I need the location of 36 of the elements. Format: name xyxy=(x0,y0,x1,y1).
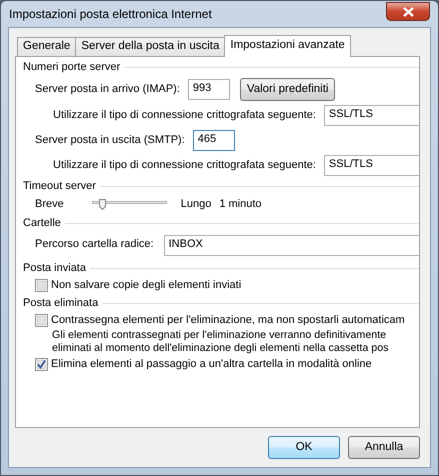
slider-max-label: Lungo xyxy=(180,198,212,211)
field-label: Utilizzare il tipo di connessione crittografata seguente: xyxy=(53,109,316,122)
tab[interactable]: Server della posta in uscita xyxy=(75,37,226,56)
dialog-button[interactable]: Annulla xyxy=(348,436,420,459)
checkbox-label: Non salvare copie degli elementi inviati xyxy=(51,278,242,292)
tab[interactable]: Generale xyxy=(17,37,76,56)
tab[interactable]: Impostazioni avanzate xyxy=(224,35,351,57)
checkbox-label: Contrassegna elementi per l'eliminazione, ma non spostarli automaticam xyxy=(51,314,405,328)
port-field[interactable]: 465 xyxy=(192,130,235,152)
defaults-button[interactable]: Valori predefiniti xyxy=(240,78,336,102)
field-label: Server posta in arrivo (IMAP): xyxy=(35,83,180,96)
group-heading: Posta inviata xyxy=(23,262,86,275)
close-button[interactable] xyxy=(386,2,430,21)
checkbox[interactable] xyxy=(35,314,48,328)
port-field[interactable]: 993 xyxy=(188,79,230,100)
field-label: Utilizzare il tipo di connessione crittografata seguente: xyxy=(53,159,316,172)
root-folder-field[interactable]: INBOX xyxy=(164,234,419,256)
group-heading: Posta eliminata xyxy=(23,296,98,310)
group-heading: Numeri porte server xyxy=(23,61,120,74)
checkbox[interactable] xyxy=(35,358,48,372)
note-text: Gli elementi contrassegnati per l'eliminazione verranno definitivamente eliminati al momento dell'eliminazione degli elementi nella cassetta pos xyxy=(52,329,390,355)
slider-thumb[interactable] xyxy=(98,198,106,210)
encryption-dropdown[interactable]: SSL/TLS xyxy=(324,105,419,126)
group-heading: Cartelle xyxy=(23,217,61,231)
slider[interactable] xyxy=(92,197,167,212)
group-heading: Timeout server xyxy=(23,180,96,194)
encryption-dropdown[interactable]: SSL/TLS xyxy=(324,155,419,176)
slider-min-label: Breve xyxy=(35,198,64,211)
dialog-button[interactable]: OK xyxy=(268,436,340,459)
checkbox[interactable] xyxy=(35,278,48,292)
checkbox-label: Elimina elementi al passaggio a un'altra cartella in modalità online xyxy=(51,358,372,372)
close-icon xyxy=(402,6,414,16)
window-title: Impostazioni posta elettronica Internet xyxy=(9,6,212,22)
timeout-reading: 1 minuto xyxy=(219,198,262,211)
field-label: Server posta in uscita (SMTP): xyxy=(35,134,185,148)
field-label: Percorso cartella radice: xyxy=(35,238,154,252)
